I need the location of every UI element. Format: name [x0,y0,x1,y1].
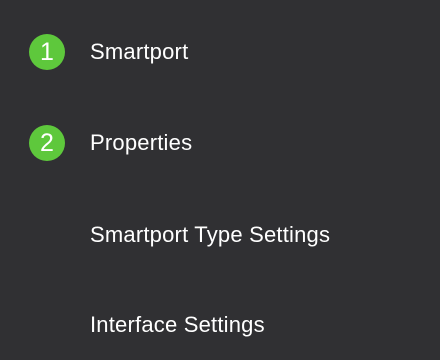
menu-item-smartport[interactable]: 1 Smartport [0,22,440,82]
menu-item-interface-settings[interactable]: Interface Settings [0,295,440,355]
menu-item-label: Smartport Type Settings [90,222,331,247]
menu-item-label: Properties [90,130,193,155]
menu-item-properties[interactable]: 2 Properties [0,113,440,173]
menu-item-label: Smartport [90,39,189,64]
menu-item-smartport-type-settings[interactable]: Smartport Type Settings [0,205,440,265]
sidebar-menu: 1 Smartport 2 Properties Smartport Type … [0,0,440,360]
step-badge-2: 2 [29,125,65,161]
menu-item-label: Interface Settings [90,312,265,337]
step-badge-1: 1 [29,34,65,70]
